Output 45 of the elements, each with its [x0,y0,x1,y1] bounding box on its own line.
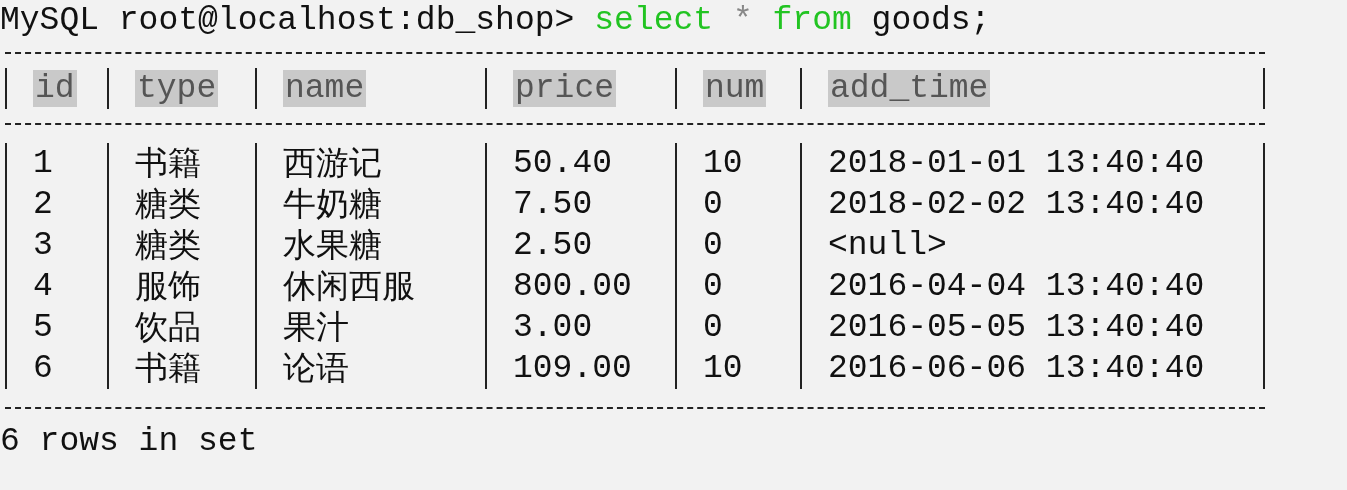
sql-command: select * from goods; [594,1,991,39]
column-header: name [283,70,367,107]
table-cell: 2016-06-06 13:40:40 [828,350,1205,387]
column-header: price [513,70,617,107]
table-cell: 2.50 [513,227,593,264]
table-cell-text: 服饰 [135,269,201,309]
table-cell: 2 [33,186,53,223]
table-cell-text: 书籍 [135,146,201,186]
table-cell: 2018-01-01 13:40:40 [828,145,1205,182]
table-cell-text: 饮品 [135,310,201,350]
table-cell-text: 休闲西服 [283,269,415,309]
table-cell-text: 果汁 [283,310,349,350]
table-cell: 0 [703,268,723,305]
table-cell: 800.00 [513,268,632,305]
table-cell-text: 糖类 [135,227,201,268]
prompt-text: MySQL root@localhost:db_shop> [0,1,575,39]
table-cell: 7.50 [513,186,593,223]
table-cell: 2018-02-02 13:40:40 [828,186,1205,223]
column-header: num [703,70,767,107]
table-cell: 1 [33,145,53,182]
table-cell: <null> [828,227,947,264]
table-cell: 0 [703,227,723,264]
table-cell-text: 糖类 [135,186,201,227]
table-cell: 6 [33,350,53,387]
table-cell: 109.00 [513,350,632,387]
table-cell-text: 书籍 [135,351,201,391]
table-cell-text: 牛奶糖 [283,186,382,227]
status-text: 6 rows in set [0,423,258,460]
table-cell: 2016-05-05 13:40:40 [828,309,1205,346]
table-cell: 10 [703,145,743,182]
table-cell: 10 [703,350,743,387]
table-cell: 3 [33,227,53,264]
table-cell-text: 水果糖 [283,227,382,268]
table-cell: 2016-04-04 13:40:40 [828,268,1205,305]
table-cell: 3.00 [513,309,593,346]
table-cell: 50.40 [513,145,613,182]
table-cell: 4 [33,268,53,305]
table-cell: 0 [703,309,723,346]
table-cell-text: 西游记 [283,146,382,186]
column-header: id [33,70,77,107]
table-cell: 0 [703,186,723,223]
table-cell-text: 论语 [283,351,349,391]
column-header: add_time [828,70,991,107]
table-cell: 5 [33,309,53,346]
column-header: type [135,70,219,107]
